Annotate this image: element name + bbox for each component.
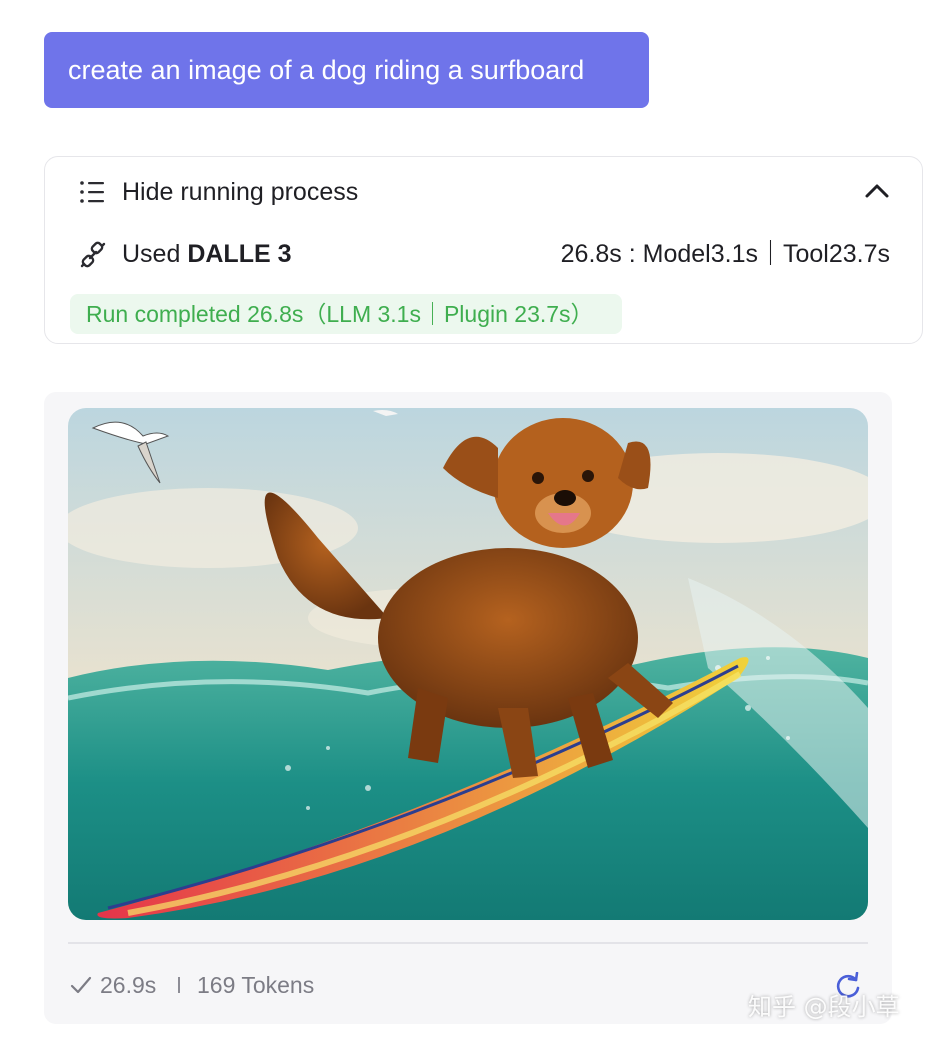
footer-separator bbox=[178, 977, 180, 993]
running-process-panel: Hide running process Used DALLE 3 26.8s … bbox=[44, 156, 923, 344]
result-card: 26.9s 169 Tokens bbox=[44, 392, 892, 1024]
hide-process-label: Hide running process bbox=[122, 178, 359, 206]
link-icon bbox=[80, 241, 106, 268]
tool-used-prefix: Used bbox=[122, 240, 181, 268]
generated-image[interactable] bbox=[68, 408, 868, 920]
elapsed-time: 26.9s bbox=[100, 972, 157, 998]
list-icon bbox=[80, 181, 104, 203]
chevron-up-icon[interactable] bbox=[864, 179, 890, 203]
timing-breakdown: 26.8s : Model3.1s｜Tool23.7s bbox=[560, 240, 890, 268]
process-toggle-header[interactable]: Hide running process bbox=[45, 157, 922, 227]
user-message-bubble: create an image of a dog riding a surfbo… bbox=[44, 32, 649, 108]
tool-used-label: Used DALLE 3 bbox=[122, 237, 292, 271]
tool-name: DALLE 3 bbox=[187, 240, 292, 268]
watermark: 知乎 @段小草 bbox=[748, 993, 900, 1021]
token-count: 169 Tokens bbox=[197, 972, 315, 998]
footer-divider bbox=[68, 942, 868, 944]
check-icon bbox=[70, 976, 92, 994]
run-completed-badge: Run completed 26.8s（LLM 3.1s｜Plugin 23.7… bbox=[70, 294, 622, 334]
